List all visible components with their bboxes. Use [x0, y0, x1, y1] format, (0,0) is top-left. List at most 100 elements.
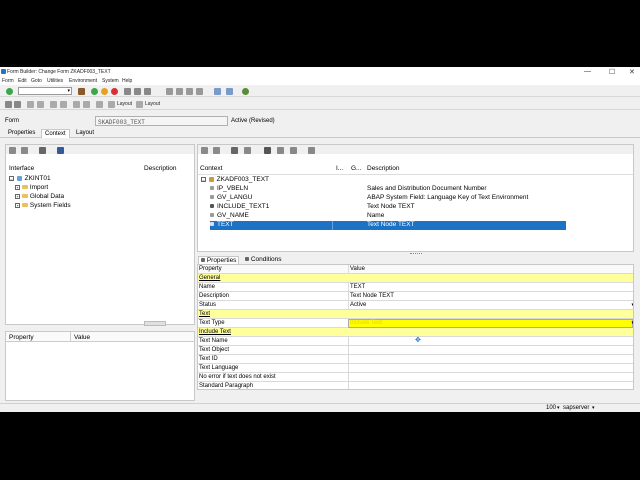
back-icon[interactable] — [91, 88, 98, 95]
property-row[interactable]: Name TEXT — [198, 283, 633, 292]
shortcut-icon[interactable] — [226, 88, 233, 95]
horizontal-scrollbar[interactable] — [144, 321, 166, 326]
next-page-icon[interactable] — [186, 88, 193, 95]
display-icon[interactable] — [231, 147, 238, 154]
context-node-root[interactable]: – ZKADF003_TEXT — [201, 176, 269, 185]
status-dropdown-icon[interactable]: ▾ — [592, 405, 595, 411]
check-icon[interactable] — [37, 101, 44, 108]
search-icon[interactable] — [57, 147, 64, 154]
layout-arrow-icon[interactable] — [136, 101, 143, 108]
layout-button-2[interactable]: Layout — [145, 101, 160, 107]
close-icon[interactable]: ✕ — [629, 68, 635, 76]
menu-form[interactable]: Form — [2, 78, 14, 84]
find-icon[interactable] — [134, 88, 141, 95]
expand-toggle-icon[interactable]: + — [15, 193, 20, 199]
property-row[interactable]: Text Object — [198, 346, 633, 355]
context-node-text-selected[interactable]: TEXT Text Node TEXT — [210, 221, 566, 230]
cancel-icon[interactable] — [111, 88, 118, 95]
property-row[interactable]: Status Active ▾ — [198, 301, 633, 310]
property-row[interactable]: Standard Paragraph — [198, 382, 633, 389]
chevron-down-icon[interactable]: ▾ — [67, 88, 70, 94]
property-value-cell[interactable] — [348, 337, 633, 346]
menu-environment[interactable]: Environment — [69, 78, 97, 84]
property-value-cell[interactable] — [348, 346, 633, 355]
interface-icon — [16, 175, 22, 181]
command-field[interactable]: ▾ — [18, 87, 72, 95]
tree-node-global-data[interactable]: + Global Data — [15, 193, 64, 202]
property-value-cell[interactable] — [348, 319, 633, 328]
tab-properties[interactable]: Properties — [5, 129, 38, 138]
undo-icon[interactable] — [290, 147, 297, 154]
maximize-icon[interactable]: ☐ — [609, 68, 615, 76]
tree-node-system-fields[interactable]: + System Fields — [15, 202, 71, 211]
property-name: Text Language — [199, 365, 239, 371]
menu-goto[interactable]: Goto — [31, 78, 42, 84]
hierarchy-icon[interactable] — [96, 101, 103, 108]
previous-page-icon[interactable] — [176, 88, 183, 95]
menu-help[interactable]: Help — [122, 78, 132, 84]
property-row[interactable]: Text ID — [198, 355, 633, 364]
property-value-cell[interactable] — [348, 283, 633, 292]
expand-toggle-icon[interactable]: + — [15, 184, 20, 190]
tab-node-properties[interactable]: Properties — [198, 256, 240, 264]
splitter-handle[interactable] — [410, 253, 422, 255]
collapse-all-icon[interactable] — [21, 147, 28, 154]
collapse-toggle-icon[interactable]: – — [9, 175, 14, 181]
menu-edit[interactable]: Edit — [18, 78, 27, 84]
display-change-icon[interactable] — [27, 101, 34, 108]
tab-conditions[interactable]: Conditions — [243, 256, 284, 263]
exit-icon[interactable] — [101, 88, 108, 95]
property-row[interactable]: No error if text does not exist — [198, 373, 633, 382]
expand-all-icon[interactable] — [9, 147, 16, 154]
where-used-icon[interactable] — [73, 101, 80, 108]
test-icon[interactable] — [50, 101, 57, 108]
enter-icon[interactable] — [6, 88, 13, 95]
context-node-include-text1[interactable]: INCLUDE_TEXT1 — [210, 203, 269, 212]
expand-toggle-icon[interactable]: + — [15, 202, 20, 208]
property-value-cell[interactable] — [348, 382, 633, 389]
layout-icon[interactable] — [108, 101, 115, 108]
property-name: Status — [199, 302, 217, 308]
menu-utilities[interactable]: Utilities — [47, 78, 63, 84]
property-row[interactable]: Text Type Include Text ▾ — [198, 319, 633, 328]
tree-node-root[interactable]: – ZKINT01 — [9, 175, 51, 184]
last-page-icon[interactable] — [196, 88, 203, 95]
collapse-toggle-icon[interactable]: – — [201, 176, 206, 182]
tab-layout[interactable]: Layout — [73, 129, 97, 138]
chevron-down-icon[interactable]: ▾ — [631, 302, 633, 308]
chevron-down-icon[interactable]: ▾ — [557, 405, 560, 411]
property-value-cell[interactable] — [348, 364, 633, 373]
print-icon[interactable] — [124, 88, 131, 95]
layout-button[interactable]: Layout — [117, 101, 132, 107]
property-row[interactable]: Description Text Node TEXT — [198, 292, 633, 301]
save-icon[interactable] — [78, 88, 85, 95]
back-arrow-icon[interactable] — [5, 101, 12, 108]
field-list-icon[interactable] — [83, 101, 90, 108]
property-row[interactable]: Text Language — [198, 364, 633, 373]
tab-context[interactable]: Context — [41, 129, 70, 138]
context-node-gv-name[interactable]: GV_NAME — [210, 212, 249, 221]
activate-icon[interactable] — [60, 101, 67, 108]
menu-system[interactable]: System — [102, 78, 119, 84]
find-next-icon[interactable] — [144, 88, 151, 95]
property-value-cell[interactable] — [348, 301, 633, 310]
cut-icon[interactable] — [264, 147, 271, 154]
form-name-field[interactable]: SKADF003_TEXT — [95, 116, 228, 126]
new-session-icon[interactable] — [214, 88, 221, 95]
delete-icon[interactable] — [308, 147, 315, 154]
property-value-cell[interactable] — [348, 355, 633, 364]
collapse-all-icon[interactable] — [213, 147, 220, 154]
chevron-down-icon[interactable]: ▾ — [631, 320, 633, 326]
copy-icon[interactable] — [244, 147, 251, 154]
display-icon[interactable] — [39, 147, 46, 154]
paste-icon[interactable] — [277, 147, 284, 154]
context-node-ip-vbeln[interactable]: IP_VBELN — [210, 185, 248, 194]
tree-node-import[interactable]: + Import — [15, 184, 48, 193]
minimize-icon[interactable]: — — [584, 68, 591, 75]
help-icon[interactable] — [242, 88, 249, 95]
expand-all-icon[interactable] — [201, 147, 208, 154]
context-node-gv-langu[interactable]: GV_LANGU — [210, 194, 252, 203]
property-value-cell[interactable] — [348, 373, 633, 382]
first-page-icon[interactable] — [166, 88, 173, 95]
forward-arrow-icon[interactable] — [14, 101, 21, 108]
